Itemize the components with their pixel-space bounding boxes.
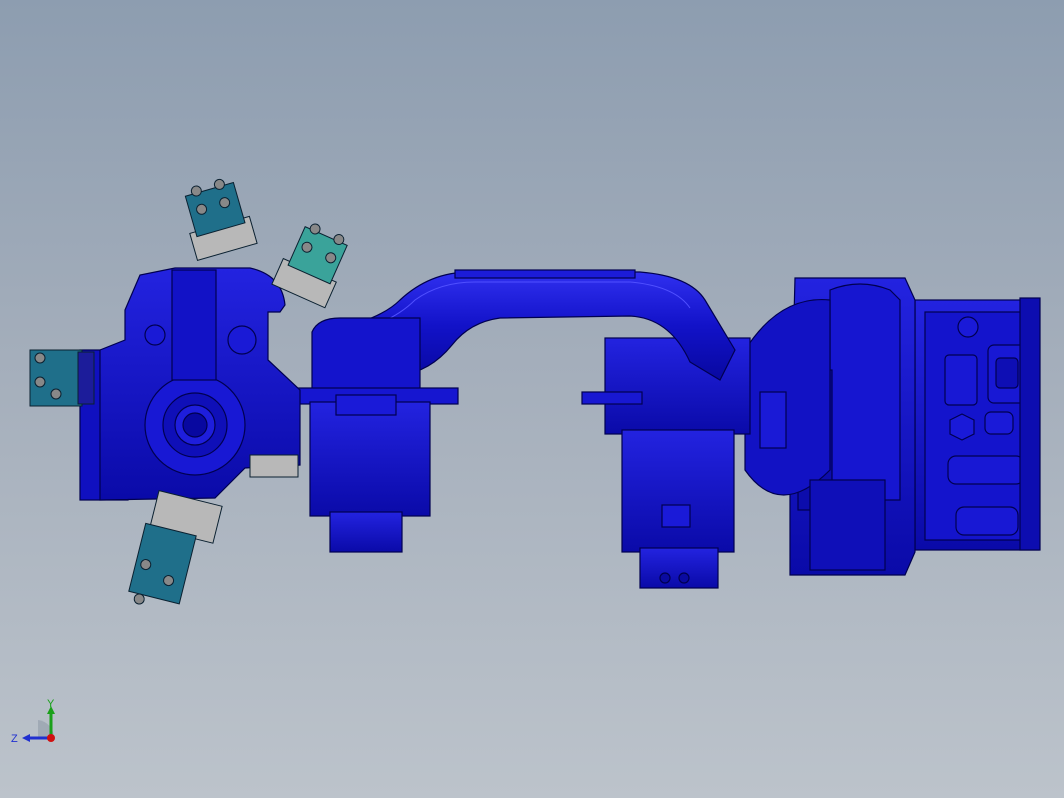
y-axis-label: Y <box>47 698 55 710</box>
z-axis-head <box>22 734 30 742</box>
gripper-left <box>29 349 95 407</box>
gripper-top-middle <box>271 223 348 309</box>
gripper-top-left <box>184 178 258 261</box>
z-axis-label: Z <box>11 733 18 745</box>
robot-turntable <box>744 277 916 576</box>
orientation-triad[interactable]: Y Z <box>8 698 68 758</box>
gripper-plate <box>249 454 299 478</box>
robot-base <box>914 297 1041 551</box>
lower-arm-motor <box>581 337 751 589</box>
x-axis-dot <box>47 734 55 742</box>
cad-viewport[interactable] <box>0 0 1064 798</box>
gripper-bottom <box>128 489 223 605</box>
